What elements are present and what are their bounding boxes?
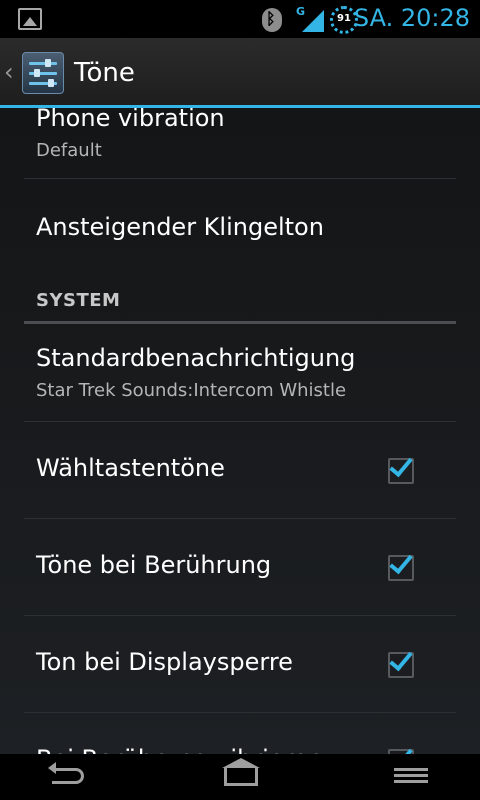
check-icon	[389, 743, 413, 754]
up-navigation-icon[interactable]: ‹	[4, 58, 14, 86]
list-item-title: Ton bei Displaysperre	[36, 648, 293, 676]
back-icon[interactable]	[48, 762, 84, 784]
check-icon	[389, 452, 413, 478]
list-item-title: Phone vibration	[36, 108, 225, 132]
home-icon[interactable]	[222, 758, 260, 786]
gallery-notification-icon	[18, 8, 42, 30]
list-item-subtitle: Default	[36, 140, 102, 161]
check-icon	[389, 549, 413, 575]
list-item-vibrate-on-touch[interactable]: Bei Berührung vibrieren	[24, 713, 456, 754]
list-item-title: Töne bei Berührung	[36, 551, 272, 579]
list-item-title: Bei Berührung vibrieren	[36, 745, 323, 754]
list-item-title: Ansteigender Klingelton	[36, 213, 324, 241]
list-item-default-notification[interactable]: Standardbenachrichtigung Star Trek Sound…	[24, 324, 456, 422]
list-item-touch-sounds[interactable]: Töne bei Berührung	[24, 519, 456, 616]
dial-pad-tones-checkbox[interactable]	[388, 452, 414, 484]
screen-lock-sound-checkbox[interactable]	[388, 646, 414, 678]
status-time: SA. 20:28	[353, 4, 470, 32]
bluetooth-icon: ᛒ	[262, 8, 282, 32]
list-item-phone-vibration[interactable]: Phone vibration Default	[24, 108, 456, 179]
battery-level: 91	[337, 13, 351, 24]
list-item-title: Standardbenachrichtigung	[36, 344, 356, 372]
settings-list[interactable]: Phone vibration Default Ansteigender Kli…	[0, 108, 480, 754]
action-bar: ‹ Töne	[0, 38, 480, 108]
status-bar: ᛒ G 91 SA. 20:28	[0, 0, 480, 38]
list-item-ascending-ringtone[interactable]: Ansteigender Klingelton	[24, 179, 456, 286]
list-item-screen-lock-sound[interactable]: Ton bei Displaysperre	[24, 616, 456, 713]
sliders-settings-icon[interactable]	[22, 52, 64, 94]
navigation-bar	[0, 754, 480, 800]
list-item-subtitle: Star Trek Sounds:Intercom Whistle	[36, 380, 347, 401]
section-header-label: SYSTEM	[36, 290, 121, 311]
list-item-dial-pad-tones[interactable]: Wähltastentöne	[24, 422, 456, 519]
section-header-system: SYSTEM	[24, 286, 456, 324]
signal-icon: G	[296, 5, 324, 32]
recent-apps-icon[interactable]	[394, 768, 428, 784]
touch-sounds-checkbox[interactable]	[388, 549, 414, 581]
check-icon	[389, 646, 413, 672]
list-item-title: Wähltastentöne	[36, 454, 225, 482]
page-title: Töne	[74, 58, 135, 88]
